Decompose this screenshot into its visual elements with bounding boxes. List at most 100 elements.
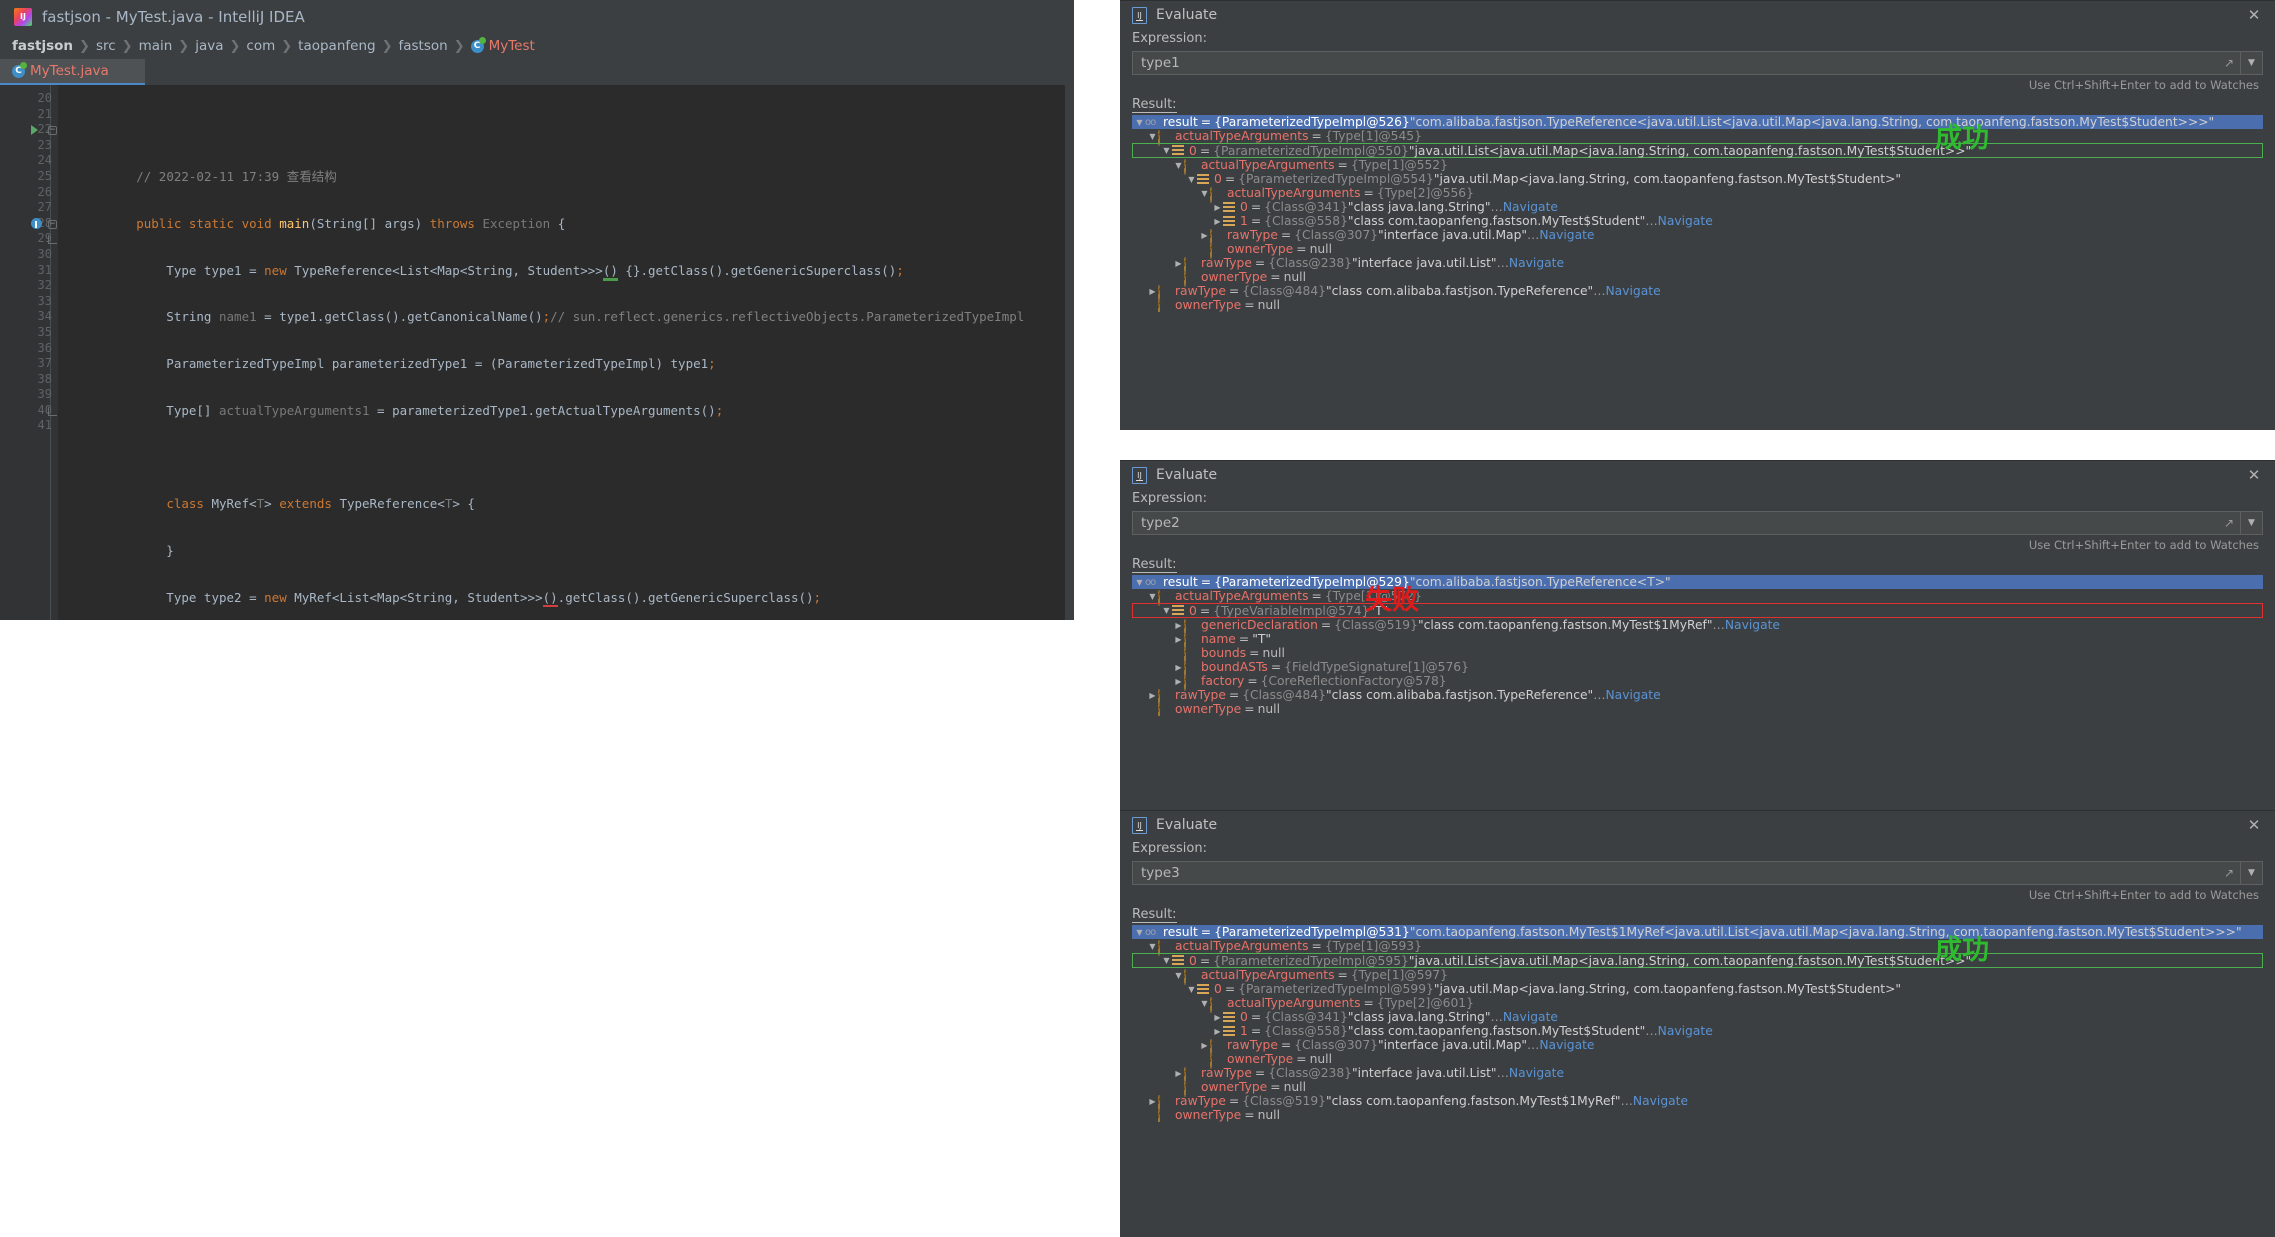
tree-row[interactable]: ownerType=null (1132, 1108, 2263, 1122)
navigate-link[interactable]: Navigate (1725, 618, 1780, 632)
gutter-marks[interactable]: − (30, 216, 58, 232)
tree-row[interactable]: ▼ 0 = {ParameterizedTypeImpl@595} "java.uti… (1132, 953, 2263, 968)
navigate-link[interactable]: Navigate (1503, 1010, 1558, 1024)
expression-field-row[interactable]: type1 ↗ ▼ (1132, 51, 2263, 75)
breadcrumb-item-java[interactable]: java (195, 38, 223, 54)
tab-mytest-java[interactable]: MyTest.java (0, 59, 145, 85)
editor-gutter[interactable]: 20 21 22 − 23 24 25 26 27 28 − 29 30 31 … (0, 85, 58, 620)
tree-toggle-icon[interactable] (1147, 1111, 1158, 1120)
tree-row[interactable]: ownerType=null (1132, 702, 2263, 716)
history-dropdown-icon[interactable]: ▼ (2240, 512, 2262, 534)
tree-row[interactable]: ▶ 0 = {Class@341} "class java.lang.String" … (1132, 1010, 2263, 1024)
expression-field-row[interactable]: type2 ↗ ▼ (1132, 511, 2263, 535)
history-dropdown-icon[interactable]: ▼ (2240, 52, 2262, 74)
tree-toggle-icon[interactable]: ▼ (1186, 985, 1197, 994)
tree-toggle-icon[interactable] (1199, 1055, 1210, 1064)
gutter-marks[interactable]: − (30, 122, 58, 138)
expression-input[interactable]: type2 (1133, 515, 2218, 531)
gutter-marks[interactable] (30, 231, 58, 247)
tree-toggle-icon[interactable]: ▼ (1199, 999, 1210, 1008)
tree-toggle-icon[interactable] (1147, 301, 1158, 310)
breadcrumb-item-main[interactable]: main (139, 38, 173, 54)
tree-row[interactable]: ▼ oo result = {ParameterizedTypeImpl@531} "c… (1132, 925, 2263, 939)
breadcrumb-item-mytest[interactable]: MyTest (489, 38, 535, 54)
expand-editor-icon[interactable]: ↗ (2218, 516, 2240, 530)
tree-toggle-icon[interactable] (1173, 649, 1184, 658)
navigate-link[interactable]: Navigate (1658, 1024, 1713, 1038)
history-dropdown-icon[interactable]: ▼ (2240, 862, 2262, 884)
tree-toggle-icon[interactable]: ▶ (1212, 217, 1223, 226)
tree-toggle-icon[interactable]: ▶ (1212, 1013, 1223, 1022)
tree-row[interactable]: ▼ actualTypeArguments={Type[1]@545} (1132, 129, 2263, 146)
tree-row[interactable]: ▶ genericDeclaration={Class@519} "class c… (1132, 618, 2263, 635)
gutter-marks[interactable] (30, 403, 58, 419)
tree-row[interactable]: ▼ 0 = {ParameterizedTypeImpl@599} "java.uti… (1132, 982, 2263, 996)
run-main-icon[interactable] (31, 125, 38, 136)
navigate-link[interactable]: Navigate (1605, 284, 1660, 298)
implements-override-icon[interactable] (31, 217, 42, 229)
expression-input[interactable]: type1 (1133, 55, 2218, 71)
tree-toggle-icon[interactable] (1173, 1083, 1184, 1092)
tree-row[interactable]: ▶ 1 = {Class@558} "class com.taopanfeng.fas… (1132, 214, 2263, 228)
tree-row[interactable]: ▶ rawType={Class@484} "class com.alibaba.… (1132, 688, 2263, 705)
tree-toggle-icon[interactable]: ▶ (1173, 1069, 1184, 1078)
tree-toggle-icon[interactable]: ▶ (1212, 203, 1223, 212)
fold-end-icon[interactable] (48, 235, 57, 245)
tree-row[interactable]: ▼ actualTypeArguments={Type[1]@552} (1132, 158, 2263, 175)
tree-row[interactable]: ▼ 0 = {TypeVariableImpl@574} "T" (1132, 603, 2263, 618)
navigate-link[interactable]: Navigate (1503, 200, 1558, 214)
tree-toggle-icon[interactable]: ▼ (1161, 146, 1172, 155)
tree-row[interactable]: ownerType=null (1132, 1052, 2263, 1069)
tree-row[interactable]: ▶ rawType={Class@238} "interface java.uti… (1132, 256, 2263, 273)
tree-row[interactable]: ▼ actualTypeArguments={Type[2]@601} (1132, 996, 2263, 1013)
tree-toggle-icon[interactable]: ▼ (1173, 161, 1184, 170)
navigate-link[interactable]: Navigate (1509, 1066, 1564, 1080)
breadcrumb-item-com[interactable]: com (246, 38, 275, 54)
result-tree[interactable]: ▼ oo result = {ParameterizedTypeImpl@526} "c… (1132, 115, 2263, 312)
tree-toggle-icon[interactable]: ▶ (1199, 231, 1210, 240)
tree-row[interactable]: ▶ boundASTs={FieldTypeSignature[1]@576} (1132, 660, 2263, 677)
tree-row[interactable]: ▼ oo result = {ParameterizedTypeImpl@526} "c… (1132, 115, 2263, 129)
breadcrumb-item-src[interactable]: src (96, 38, 116, 54)
tree-toggle-icon[interactable]: ▶ (1212, 1027, 1223, 1036)
tree-toggle-icon[interactable]: ▼ (1161, 606, 1172, 615)
close-icon[interactable]: ✕ (2247, 818, 2261, 833)
tree-toggle-icon[interactable] (1173, 273, 1184, 282)
result-tree[interactable]: ▼ oo result = {ParameterizedTypeImpl@531} "c… (1132, 925, 2263, 1122)
fold-end-icon[interactable] (48, 406, 57, 416)
result-tree[interactable]: ▼ oo result = {ParameterizedTypeImpl@529} "c… (1132, 575, 2263, 716)
code-editor[interactable]: 20 21 22 − 23 24 25 26 27 28 − 29 30 31 … (0, 85, 1074, 620)
tree-toggle-icon[interactable]: ▶ (1173, 677, 1184, 686)
tree-toggle-icon[interactable]: ▼ (1147, 942, 1158, 951)
breadcrumb-item-taopanfeng[interactable]: taopanfeng (298, 38, 375, 54)
tree-toggle-icon[interactable]: ▶ (1147, 1097, 1158, 1106)
close-icon[interactable]: ✕ (2247, 468, 2261, 483)
expand-editor-icon[interactable]: ↗ (2218, 56, 2240, 70)
breadcrumb-item-fastson[interactable]: fastson (398, 38, 447, 54)
tree-row[interactable]: ▶ rawType={Class@307} "interface java.uti… (1132, 228, 2263, 245)
tree-toggle-icon[interactable]: ▼ (1147, 592, 1158, 601)
evaluate-dialog-type3[interactable]: Evaluate ✕ Expression: type3 ↗ ▼ Use Ctr… (1120, 810, 2275, 1237)
tree-row[interactable]: ▶ rawType={Class@238} "interface java.uti… (1132, 1066, 2263, 1083)
tree-row[interactable]: ownerType=null (1132, 298, 2263, 312)
tree-toggle-icon[interactable]: ▼ (1147, 132, 1158, 141)
tree-row[interactable]: ▼ actualTypeArguments={Type[1]@593} (1132, 939, 2263, 956)
navigate-link[interactable]: Navigate (1658, 214, 1713, 228)
tree-row[interactable]: ▶ 0 = {Class@341} "class java.lang.String" … (1132, 200, 2263, 214)
tree-toggle-icon[interactable]: ▼ (1173, 971, 1184, 980)
expression-input[interactable]: type3 (1133, 865, 2218, 881)
tree-row[interactable]: ▼ oo result = {ParameterizedTypeImpl@529} "c… (1132, 575, 2263, 589)
fold-collapse-icon[interactable]: − (48, 126, 57, 136)
navigate-link[interactable]: Navigate (1539, 1038, 1594, 1052)
evaluate-dialog-type1[interactable]: Evaluate ✕ Expression: type1 ↗ ▼ Use Ctr… (1120, 0, 2275, 430)
tree-toggle-icon[interactable]: ▼ (1134, 118, 1145, 127)
tree-row[interactable]: bounds=null (1132, 646, 2263, 663)
tree-row[interactable]: ▼ 0 = {ParameterizedTypeImpl@550} "java.uti… (1132, 143, 2263, 158)
tree-toggle-icon[interactable]: ▶ (1173, 635, 1184, 644)
tree-row[interactable]: ▶ name="T" (1132, 632, 2263, 649)
tree-toggle-icon[interactable]: ▶ (1199, 1041, 1210, 1050)
tree-toggle-icon[interactable]: ▼ (1161, 956, 1172, 965)
evaluate-dialog-type2[interactable]: Evaluate ✕ Expression: type2 ↗ ▼ Use Ctr… (1120, 460, 2275, 810)
code-text[interactable]: // 2022-02-11 17:39 查看结构 public static v… (58, 85, 1074, 620)
navigate-link[interactable]: Navigate (1605, 688, 1660, 702)
